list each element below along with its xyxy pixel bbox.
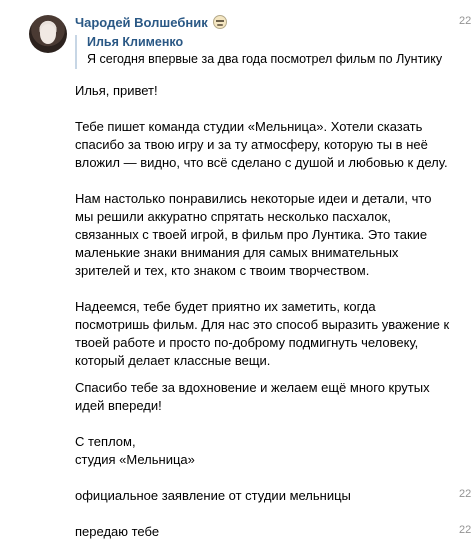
sender-name[interactable]: Чародей Волшебник — [75, 15, 208, 30]
followup-message: передаю тебе — [75, 523, 453, 541]
paragraph-inspiration: Спасибо тебе за вдохновение и желаем ещё… — [75, 380, 430, 413]
followup-text: передаю тебе — [75, 524, 160, 539]
paragraph-thanks: Тебе пишет команда студии «Мельница». Хо… — [75, 119, 448, 170]
reply-text: Я сегодня впервые за два года посмотрел … — [87, 52, 443, 66]
message-paragraph: Надеемся, тебе будет приятно их заметить… — [75, 298, 453, 370]
message-time[interactable]: 22 — [459, 15, 471, 27]
paragraph-hope: Надеемся, тебе будет приятно их заметить… — [75, 299, 450, 368]
greeting-text: Илья, привет! — [75, 83, 158, 98]
reply-quote[interactable]: Илья Клименко Я сегодня впервые за два г… — [75, 35, 455, 69]
chat-history: Чародей Волшебник 22 Илья Клименко Я сег… — [0, 0, 471, 551]
reply-author[interactable]: Илья Клименко — [87, 35, 455, 50]
followup-time[interactable]: 22 — [459, 524, 471, 536]
message-paragraph: Спасибо тебе за вдохновение и желаем ещё… — [75, 379, 453, 415]
followup-time[interactable]: 22 — [459, 488, 471, 500]
avatar-face-shape — [40, 24, 56, 44]
emoji-smirk-icon — [212, 15, 227, 29]
followup-text: официальное заявление от студии мельницы — [75, 488, 351, 503]
paragraph-easter-eggs: Нам настолько понравились некоторые идеи… — [75, 191, 432, 278]
message-header: Чародей Волшебник — [75, 13, 227, 31]
signature-text: С теплом, студия «Мельница» — [75, 434, 195, 467]
sender-avatar[interactable] — [29, 15, 67, 53]
message-body: Илья, привет! — [75, 82, 453, 100]
message-paragraph: Тебе пишет команда студии «Мельница». Хо… — [75, 118, 453, 172]
followup-message: официальное заявление от студии мельницы — [75, 487, 453, 505]
message-paragraph: Нам настолько понравились некоторые идеи… — [75, 190, 453, 280]
message-paragraph: С теплом, студия «Мельница» — [75, 433, 453, 469]
